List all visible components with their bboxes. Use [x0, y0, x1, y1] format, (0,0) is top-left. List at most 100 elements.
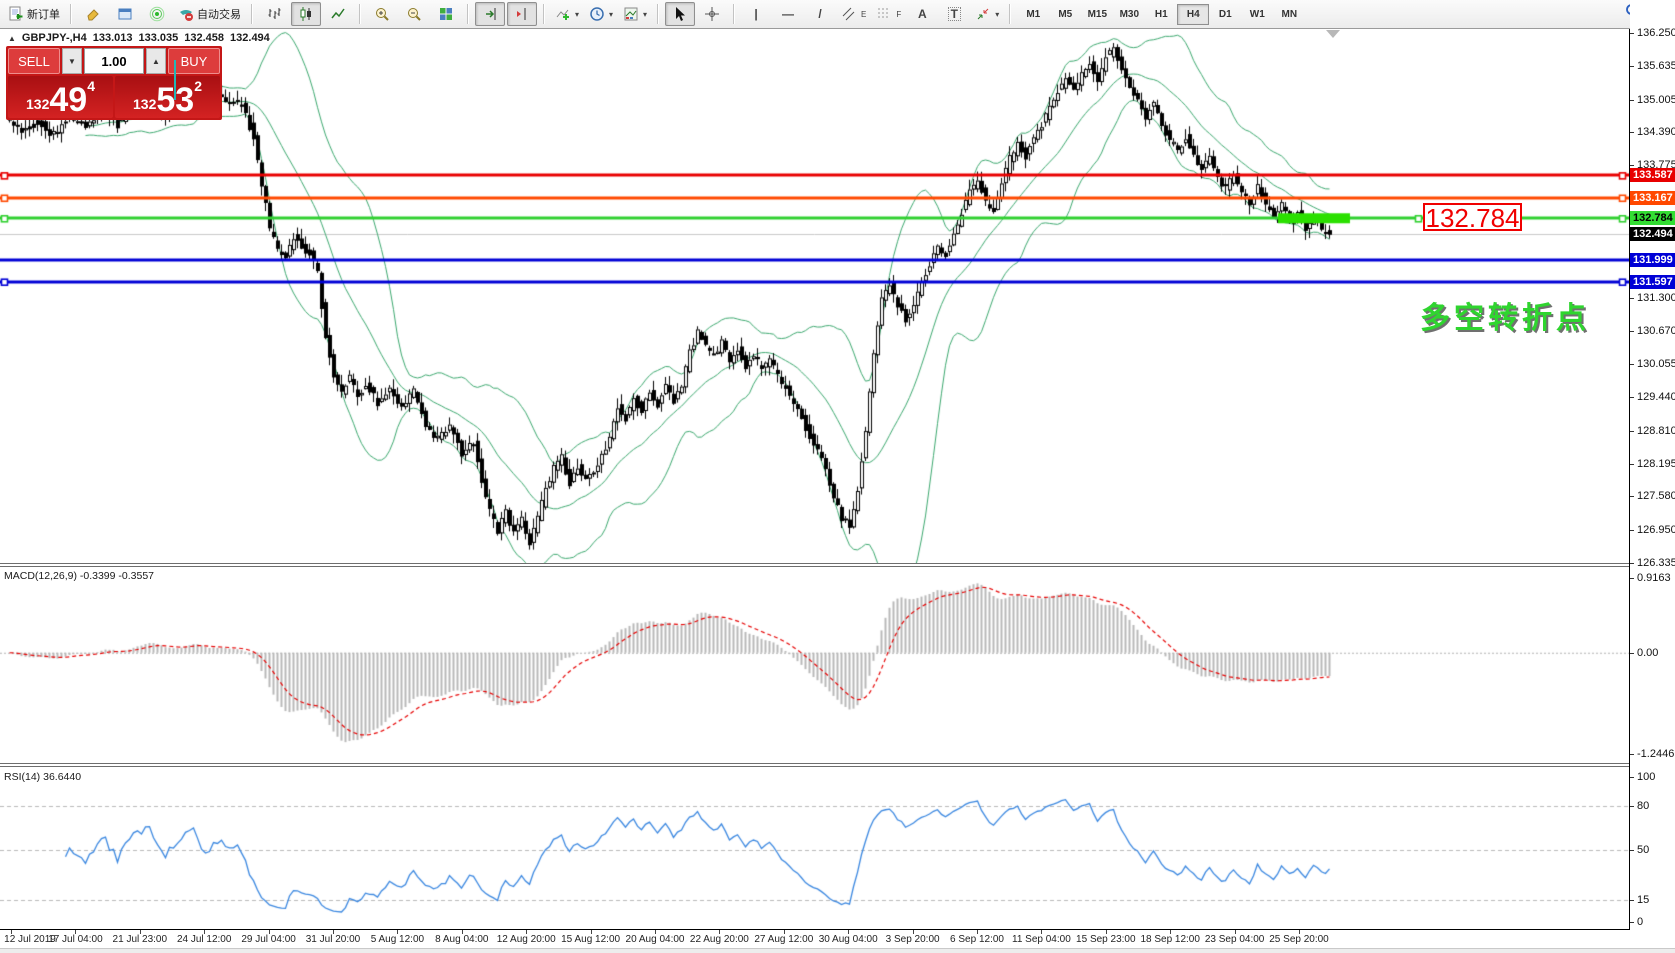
- crosshair-tool-button[interactable]: [697, 2, 727, 26]
- time-tick-mark: [719, 930, 720, 934]
- templates-button[interactable]: ▾: [619, 2, 651, 26]
- time-tick-mark: [11, 930, 12, 934]
- chart-shift-button[interactable]: [507, 2, 537, 26]
- horizontal-line-tool-button[interactable]: —: [773, 2, 803, 26]
- axis-tick-mark: [1630, 496, 1634, 497]
- time-tick-mark: [655, 930, 656, 934]
- tile-windows-button[interactable]: [431, 2, 461, 26]
- macd-label-line: MACD(12,26,9) -0.3399 -0.3557: [4, 570, 154, 582]
- new-order-icon: [8, 6, 24, 22]
- chart-eraser-button[interactable]: [78, 2, 108, 26]
- timeframe-m1[interactable]: M1: [1017, 4, 1049, 25]
- axis-tick-label: 130.670: [1637, 325, 1675, 337]
- time-label: 8 Aug 04:00: [435, 934, 488, 945]
- turning-point-annotation[interactable]: 多空转折点: [1420, 293, 1590, 337]
- line-chart-icon: [330, 6, 346, 22]
- timeframe-m30[interactable]: M30: [1113, 4, 1145, 25]
- vertical-line-tool-button[interactable]: |: [741, 2, 771, 26]
- indicators-button[interactable]: ▾: [551, 2, 583, 26]
- axis-tick-label: 128.810: [1637, 425, 1675, 437]
- axis-tick-mark: [1630, 530, 1634, 531]
- volume-input[interactable]: [84, 48, 144, 74]
- toolbar-separator: [1009, 4, 1011, 24]
- rsi-value: 36.6440: [43, 771, 81, 783]
- line-chart-button[interactable]: [323, 2, 353, 26]
- new-order-button[interactable]: 新订单: [4, 2, 64, 26]
- arrows-icon: [975, 6, 991, 22]
- cursor-tool-button[interactable]: [665, 2, 695, 26]
- teal-vertical-line: [174, 60, 176, 100]
- dropdown-arrow-icon: ▾: [995, 10, 999, 19]
- chart-shift-marker-icon[interactable]: [1326, 30, 1340, 38]
- timeframe-w1[interactable]: W1: [1241, 4, 1273, 25]
- arrows-tool-button[interactable]: ▾: [971, 2, 1003, 26]
- volume-increase-button[interactable]: ▲: [146, 48, 166, 74]
- volume-decrease-button[interactable]: ▼: [62, 48, 82, 74]
- axis-tick-mark: [1630, 132, 1634, 133]
- toolbar-separator: [733, 4, 735, 24]
- time-tick-mark: [75, 930, 76, 934]
- buy-price-sup: 2: [194, 78, 202, 94]
- clock-icon: [589, 6, 605, 22]
- sell-price-block[interactable]: 132 49 4: [8, 76, 113, 118]
- timeframe-m5[interactable]: M5: [1049, 4, 1081, 25]
- price-annotation-box[interactable]: 132.784: [1423, 203, 1522, 231]
- time-label: 20 Aug 04:00: [626, 934, 685, 945]
- main-toolbar: 新订单 自动交易 ▾ ▾ ▾ | — / E F A T ▾ M1M5M15M3…: [0, 0, 1675, 29]
- auto-trading-button[interactable]: 自动交易: [174, 2, 245, 26]
- trendline-icon: /: [818, 8, 821, 20]
- price-axis[interactable]: 136.250135.635135.005134.390133.775131.3…: [1630, 0, 1675, 953]
- bar-chart-button[interactable]: [259, 2, 289, 26]
- axis-tick-mark: [1630, 298, 1634, 299]
- buy-price-prefix: 132: [133, 96, 156, 112]
- time-label: 15 Aug 12:00: [561, 934, 620, 945]
- axis-tick-mark: [1630, 165, 1634, 166]
- timeframe-mn[interactable]: MN: [1273, 4, 1305, 25]
- axis-tick-label: 128.195: [1637, 458, 1675, 470]
- fibonacci-tool-button[interactable]: F: [872, 2, 905, 26]
- time-label: 17 Jul 04:00: [48, 934, 103, 945]
- periods-button[interactable]: ▾: [585, 2, 617, 26]
- sell-button[interactable]: SELL: [8, 48, 60, 74]
- auto-scroll-button[interactable]: [475, 2, 505, 26]
- time-label: 29 Jul 04:00: [241, 934, 296, 945]
- axis-tick-label: 135.005: [1637, 94, 1675, 106]
- time-label: 25 Sep 20:00: [1269, 934, 1329, 945]
- ohlc-open: 133.013: [93, 32, 133, 44]
- timeframe-m15[interactable]: M15: [1081, 4, 1113, 25]
- rsi-label: RSI(14): [4, 771, 40, 783]
- timeframe-d1[interactable]: D1: [1209, 4, 1241, 25]
- candlestick-chart-button[interactable]: [291, 2, 321, 26]
- channel-tool-button[interactable]: E: [837, 2, 870, 26]
- chart-window-icon: [117, 6, 133, 22]
- axis-tick-mark: [1630, 431, 1634, 432]
- price-tag: 132.784: [1630, 211, 1675, 225]
- text-tool-button[interactable]: A: [907, 2, 937, 26]
- macd-panel-canvas[interactable]: [0, 567, 1629, 763]
- signals-button[interactable]: [142, 2, 172, 26]
- time-tick-mark: [140, 930, 141, 934]
- time-tick-mark: [269, 930, 270, 934]
- text-label-tool-button[interactable]: T: [939, 2, 969, 26]
- zoom-out-button[interactable]: [399, 2, 429, 26]
- collapse-arrow-icon[interactable]: ▲: [8, 34, 16, 43]
- rsi-panel-canvas[interactable]: [0, 767, 1629, 929]
- main-chart-canvas[interactable]: [0, 29, 1629, 563]
- axis-tick-mark: [1630, 464, 1634, 465]
- zoom-in-button[interactable]: [367, 2, 397, 26]
- toolbar-separator: [70, 4, 72, 24]
- timeframe-h4[interactable]: H4: [1177, 4, 1209, 25]
- time-axis[interactable]: 12 Jul 201917 Jul 04:0021 Jul 23:0024 Ju…: [0, 930, 1629, 948]
- trendline-tool-button[interactable]: /: [805, 2, 835, 26]
- timeframe-h1[interactable]: H1: [1145, 4, 1177, 25]
- axis-tick-label: 130.055: [1637, 358, 1675, 370]
- new-chart-window-button[interactable]: [110, 2, 140, 26]
- buy-price-block[interactable]: 132 53 2: [115, 76, 220, 118]
- trading-platform-window: { "toolbar": { "new_order_label": "新订单",…: [0, 0, 1675, 953]
- time-tick-mark: [977, 930, 978, 934]
- axis-tick-label: 126.950: [1637, 524, 1675, 536]
- axis-tick-mark: [1630, 66, 1634, 67]
- ohlc-close: 132.494: [230, 32, 270, 44]
- horizontal-line-icon: —: [782, 8, 794, 20]
- chart-area: ▲ GBPJPY-,H4 133.013 133.035 132.458 132…: [0, 29, 1675, 953]
